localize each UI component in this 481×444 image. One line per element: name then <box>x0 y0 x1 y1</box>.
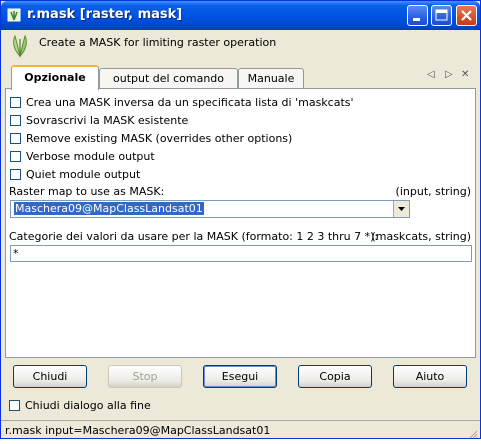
esegui-button[interactable]: Esegui <box>203 365 277 388</box>
checkbox-label: Chiudi dialogo alla fine <box>25 399 151 412</box>
maskcats-label: Categorie dei valori da usare per la MAS… <box>9 230 379 243</box>
chevron-down-icon <box>398 207 405 211</box>
grass-leaf-icon <box>9 34 31 58</box>
raster-map-value: Maschera09@MapClassLandsat01 <box>14 202 204 215</box>
close-button[interactable] <box>456 5 477 26</box>
checkbox-box[interactable] <box>10 151 21 162</box>
tab-manuale[interactable]: Manuale <box>238 68 304 88</box>
tab-close-icon[interactable]: ✕ <box>461 69 469 80</box>
dropdown-button[interactable] <box>393 201 409 217</box>
checkbox-label: Quiet module output <box>26 168 141 181</box>
maximize-button[interactable] <box>431 5 452 26</box>
minimize-icon <box>413 18 420 21</box>
maskcats-hint: (maskcats, string) <box>371 230 471 243</box>
checkbox-label: Sovrascrivi la MASK esistente <box>26 114 189 127</box>
module-header: Create a MASK for limiting raster operat… <box>5 30 476 63</box>
chiudi-button[interactable]: Chiudi <box>13 365 87 388</box>
checkbox-box[interactable] <box>10 115 21 126</box>
checkbox-box[interactable] <box>10 97 21 108</box>
status-bar: r.mask input=Maschera09@MapClassLandsat0… <box>1 420 480 439</box>
stop-button[interactable]: Stop <box>108 365 182 388</box>
command-preview: r.mask input=Maschera09@MapClassLandsat0… <box>5 424 271 437</box>
tab-opzionale[interactable]: Opzionale <box>11 65 99 90</box>
module-description: Create a MASK for limiting raster operat… <box>39 36 277 49</box>
raster-map-hint: (input, string) <box>395 185 471 198</box>
grass-app-icon <box>7 8 21 22</box>
checkbox-box[interactable] <box>10 133 21 144</box>
copia-button[interactable]: Copia <box>298 365 372 388</box>
aiuto-button[interactable]: Aiuto <box>393 365 467 388</box>
resize-grip-icon[interactable] <box>468 427 478 439</box>
tab-next-icon[interactable]: ▷ <box>445 69 453 80</box>
options-panel: Crea una MASK inversa da un specificata … <box>5 88 476 358</box>
tab-prev-icon[interactable]: ◁ <box>427 69 435 80</box>
checkbox-label: Verbose module output <box>26 150 155 163</box>
checkbox-label: Crea una MASK inversa da un specificata … <box>26 96 354 109</box>
window-title: r.mask [raster, mask] <box>27 7 183 22</box>
minimize-button[interactable] <box>407 5 428 26</box>
dialog-window: r.mask [raster, mask] Create a MASK for … <box>0 0 481 439</box>
checkbox-box[interactable] <box>10 169 21 180</box>
raster-map-label: Raster map to use as MASK: <box>9 185 165 198</box>
maximize-icon <box>435 9 448 21</box>
tab-strip: Opzionale output del comando Manuale ◁ ▷… <box>5 65 476 90</box>
raster-map-select[interactable]: Maschera09@MapClassLandsat01 <box>10 200 410 218</box>
checkbox-box[interactable] <box>9 400 20 411</box>
tab-output-del-comando[interactable]: output del comando <box>99 68 238 88</box>
close-icon <box>461 10 472 21</box>
maskcats-input[interactable]: * <box>10 245 472 262</box>
checkbox-label: Remove existing MASK (overrides other op… <box>26 132 293 145</box>
title-bar[interactable]: r.mask [raster, mask] <box>1 1 480 30</box>
